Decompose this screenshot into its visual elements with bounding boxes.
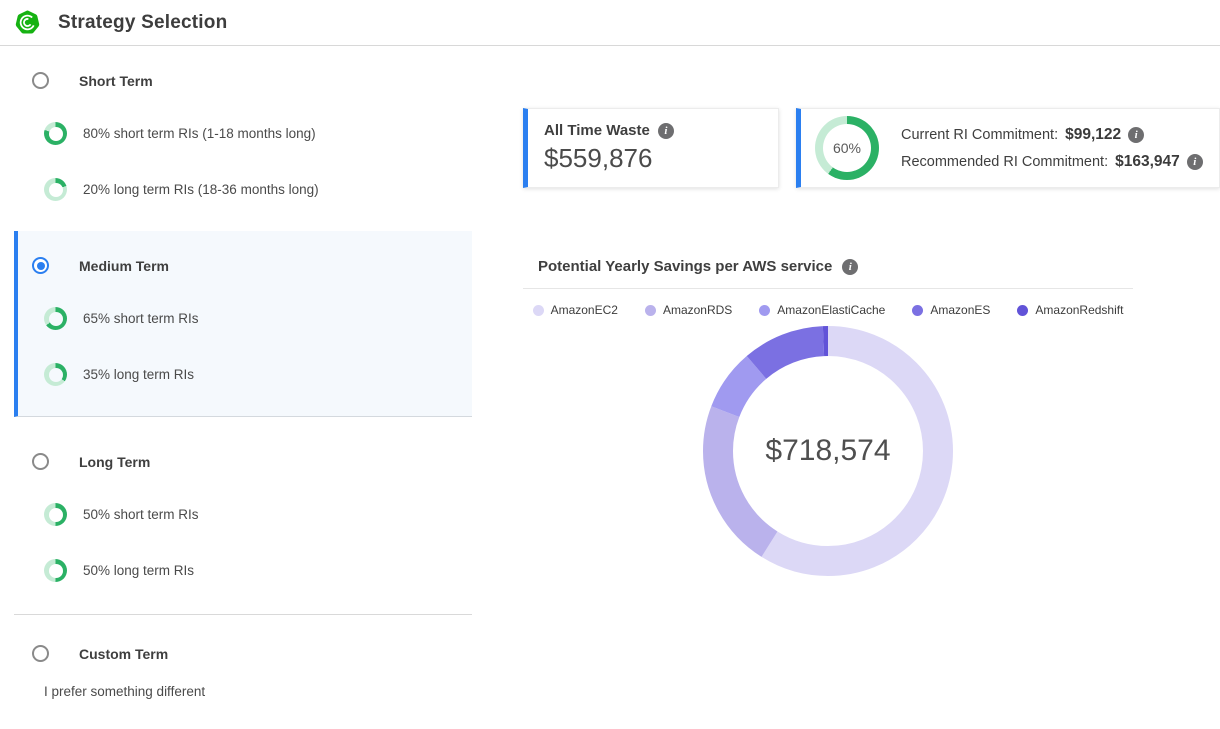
long-term-radio[interactable] xyxy=(32,453,49,470)
donut-chart[interactable]: $718,574 xyxy=(703,326,953,576)
legend-item-amazonredshift[interactable]: AmazonRedshift xyxy=(1017,303,1123,317)
app-header: Strategy Selection xyxy=(0,0,1220,46)
recommended-ri-commitment-label: Recommended RI Commitment: xyxy=(901,154,1108,170)
short-term-radio-row[interactable]: Short Term xyxy=(18,72,472,89)
info-icon[interactable] xyxy=(658,123,674,139)
sub-option-label: 80% short term RIs (1-18 months long) xyxy=(83,126,316,141)
custom-term-radio[interactable] xyxy=(32,645,49,662)
chart-title: Potential Yearly Savings per AWS service xyxy=(538,258,832,275)
info-icon[interactable] xyxy=(842,259,858,275)
medium-term-sub-option: 35% long term RIs xyxy=(18,363,472,386)
recommended-ri-commitment-value: $163,947 xyxy=(1115,153,1180,171)
sub-option-label: 35% long term RIs xyxy=(83,367,194,382)
legend-item-amazonrds[interactable]: AmazonRDS xyxy=(645,303,732,317)
medium-term-sub-option: 65% short term RIs xyxy=(18,307,472,330)
long-term-sub-option: 50% short term RIs xyxy=(18,503,472,526)
long-term-radio-row[interactable]: Long Term xyxy=(18,453,472,470)
sub-option-label: 50% short term RIs xyxy=(83,507,199,522)
strategy-list: Short Term 80% short term RIs (1-18 mont… xyxy=(14,46,472,729)
strategy-option-long-term: Long Term 50% short term RIs 50% long te… xyxy=(14,417,472,612)
commitment-gauge-value: 60% xyxy=(823,124,871,172)
current-ri-commitment-row: Current RI Commitment: $99,122 xyxy=(901,126,1203,144)
short-term-sub-option: 80% short term RIs (1-18 months long) xyxy=(18,122,472,145)
long-term-sub-option: 50% long term RIs xyxy=(18,559,472,582)
chart-legend: AmazonEC2 AmazonRDS AmazonElastiCache Amazo… xyxy=(523,303,1133,317)
custom-term-radio-row[interactable]: Custom Term xyxy=(18,645,472,662)
sub-option-label: 20% long term RIs (18-36 months long) xyxy=(83,182,319,197)
custom-term-label: Custom Term xyxy=(79,646,168,662)
legend-dot-icon xyxy=(912,305,923,316)
recommended-ri-commitment-row: Recommended RI Commitment: $163,947 xyxy=(901,153,1203,171)
short-term-sub-option: 20% long term RIs (18-36 months long) xyxy=(18,178,472,201)
strategy-option-medium-term: Medium Term 65% short term RIs 35% long … xyxy=(14,231,472,417)
percent-ring-icon xyxy=(44,559,67,582)
sub-option-label: 65% short term RIs xyxy=(83,311,199,326)
legend-label: AmazonRedshift xyxy=(1035,303,1123,317)
legend-dot-icon xyxy=(759,305,770,316)
main-content: All Time Waste $559,876 60% Current RI C… xyxy=(523,46,1220,576)
strategy-option-short-term: Short Term 80% short term RIs (1-18 mont… xyxy=(14,46,472,231)
custom-term-description: I prefer something different xyxy=(18,684,472,699)
all-time-waste-card: All Time Waste $559,876 xyxy=(523,108,779,188)
short-term-radio[interactable] xyxy=(32,72,49,89)
percent-ring-icon xyxy=(44,363,67,386)
legend-item-amazonec2[interactable]: AmazonEC2 xyxy=(533,303,618,317)
strategy-option-custom-term: Custom Term I prefer something different xyxy=(14,615,472,729)
current-ri-commitment-value: $99,122 xyxy=(1065,126,1121,144)
medium-term-radio-row[interactable]: Medium Term xyxy=(18,257,472,274)
all-time-waste-value: $559,876 xyxy=(544,143,762,174)
percent-ring-icon xyxy=(44,503,67,526)
savings-chart-card: Potential Yearly Savings per AWS service… xyxy=(523,258,1133,576)
legend-label: AmazonEC2 xyxy=(551,303,618,317)
info-icon[interactable] xyxy=(1128,127,1144,143)
legend-label: AmazonRDS xyxy=(663,303,732,317)
legend-dot-icon xyxy=(645,305,656,316)
current-ri-commitment-label: Current RI Commitment: xyxy=(901,127,1058,143)
medium-term-radio[interactable] xyxy=(32,257,49,274)
legend-dot-icon xyxy=(533,305,544,316)
page-title: Strategy Selection xyxy=(58,12,227,34)
info-icon[interactable] xyxy=(1187,154,1203,170)
legend-label: AmazonES xyxy=(930,303,990,317)
cloudcheckr-logo-icon xyxy=(14,9,41,36)
ri-commitment-card: 60% Current RI Commitment: $99,122 Recom… xyxy=(796,108,1220,188)
legend-item-amazonelasticache[interactable]: AmazonElastiCache xyxy=(759,303,885,317)
all-time-waste-label: All Time Waste xyxy=(544,122,650,139)
short-term-label: Short Term xyxy=(79,73,153,89)
medium-term-label: Medium Term xyxy=(79,258,169,274)
long-term-label: Long Term xyxy=(79,454,150,470)
sub-option-label: 50% long term RIs xyxy=(83,563,194,578)
legend-dot-icon xyxy=(1017,305,1028,316)
summary-cards-row: All Time Waste $559,876 60% Current RI C… xyxy=(523,108,1220,188)
divider xyxy=(523,288,1133,289)
legend-item-amazones[interactable]: AmazonES xyxy=(912,303,990,317)
percent-ring-icon xyxy=(44,307,67,330)
legend-label: AmazonElastiCache xyxy=(777,303,885,317)
percent-ring-icon xyxy=(44,178,67,201)
percent-ring-icon xyxy=(44,122,67,145)
commitment-gauge: 60% xyxy=(815,116,879,180)
